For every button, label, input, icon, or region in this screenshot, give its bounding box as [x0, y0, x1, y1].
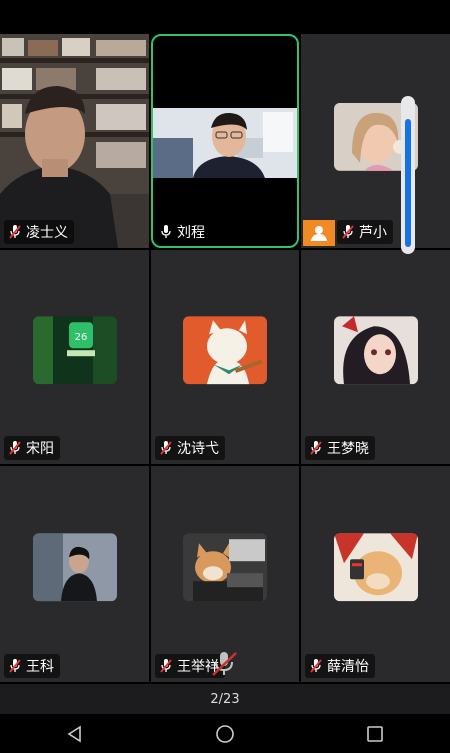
status-bar: [0, 0, 450, 34]
scrollbar[interactable]: [401, 96, 415, 254]
page-indicator-text: 2/23: [210, 691, 240, 707]
participant-tile[interactable]: 26 宋阳: [0, 250, 149, 464]
svg-text:26: 26: [74, 332, 87, 343]
back-triangle-icon: [67, 725, 81, 742]
participant-name-tag: 沈诗弋: [155, 436, 225, 460]
host-badge: [303, 220, 335, 246]
mic-on-icon: [161, 225, 171, 238]
page-indicator: 2/23: [0, 684, 450, 714]
participant-name: 芦小: [359, 225, 387, 241]
person-icon: [311, 226, 327, 241]
participant-tile[interactable]: 王梦晓: [301, 250, 450, 464]
back-button[interactable]: [55, 719, 95, 749]
participant-name: 王梦晓: [327, 441, 369, 457]
participant-name: 沈诗弋: [177, 441, 219, 457]
participant-name-tag: 王科: [4, 654, 60, 678]
system-nav-bar: [0, 714, 450, 753]
participant-tile[interactable]: 凌士义: [0, 34, 149, 248]
participant-tile-active[interactable]: 刘程: [151, 34, 299, 248]
participant-name-tag: 王梦晓: [305, 436, 375, 460]
mic-muted-icon: [9, 441, 21, 455]
participant-name-tag: 薛清怡: [305, 654, 375, 678]
participant-avatar: [183, 533, 267, 602]
video-grid: 凌士义 刘程 芦小 26 宋阳 沈诗弋 王梦晓 王科 王举祥 薛清怡: [0, 34, 450, 684]
mic-muted-icon: [310, 441, 322, 455]
recents-square-icon: [367, 725, 383, 742]
recents-button[interactable]: [355, 719, 395, 749]
participant-name-tag: 凌士义: [4, 220, 74, 244]
participant-name: 宋阳: [26, 441, 54, 457]
participant-video: [0, 34, 149, 248]
participant-video: [153, 108, 297, 178]
mic-muted-icon: [342, 225, 354, 239]
participant-avatar: [333, 533, 418, 602]
participant-tile[interactable]: 沈诗弋: [151, 250, 299, 464]
mic-muted-icon: [160, 659, 172, 673]
participant-avatar: [333, 316, 418, 385]
participant-name-tag: 芦小: [337, 220, 393, 244]
participant-name-tag: 刘程: [155, 220, 211, 244]
participant-tile[interactable]: 王科: [0, 466, 149, 682]
mic-muted-overlay-icon: [212, 652, 237, 676]
participant-tile[interactable]: 薛清怡: [301, 466, 450, 682]
mic-muted-icon: [9, 225, 21, 239]
participant-name: 薛清怡: [327, 659, 369, 675]
mic-muted-icon: [9, 659, 21, 673]
participant-name: 刘程: [177, 225, 205, 241]
participant-name-tag: 宋阳: [4, 436, 60, 460]
participant-tile[interactable]: 王举祥: [151, 466, 299, 682]
scrollbar-thumb[interactable]: [405, 119, 411, 247]
home-circle-icon: [216, 724, 234, 743]
mic-muted-icon: [310, 659, 322, 673]
participant-name: 王科: [26, 659, 54, 675]
participant-tile[interactable]: 芦小: [301, 34, 450, 248]
participant-avatar: [32, 533, 117, 602]
participant-name: 凌士义: [26, 225, 68, 241]
participant-avatar: [183, 316, 267, 385]
participant-avatar: 26: [32, 316, 117, 385]
home-button[interactable]: [205, 719, 245, 749]
mic-muted-icon: [160, 441, 172, 455]
